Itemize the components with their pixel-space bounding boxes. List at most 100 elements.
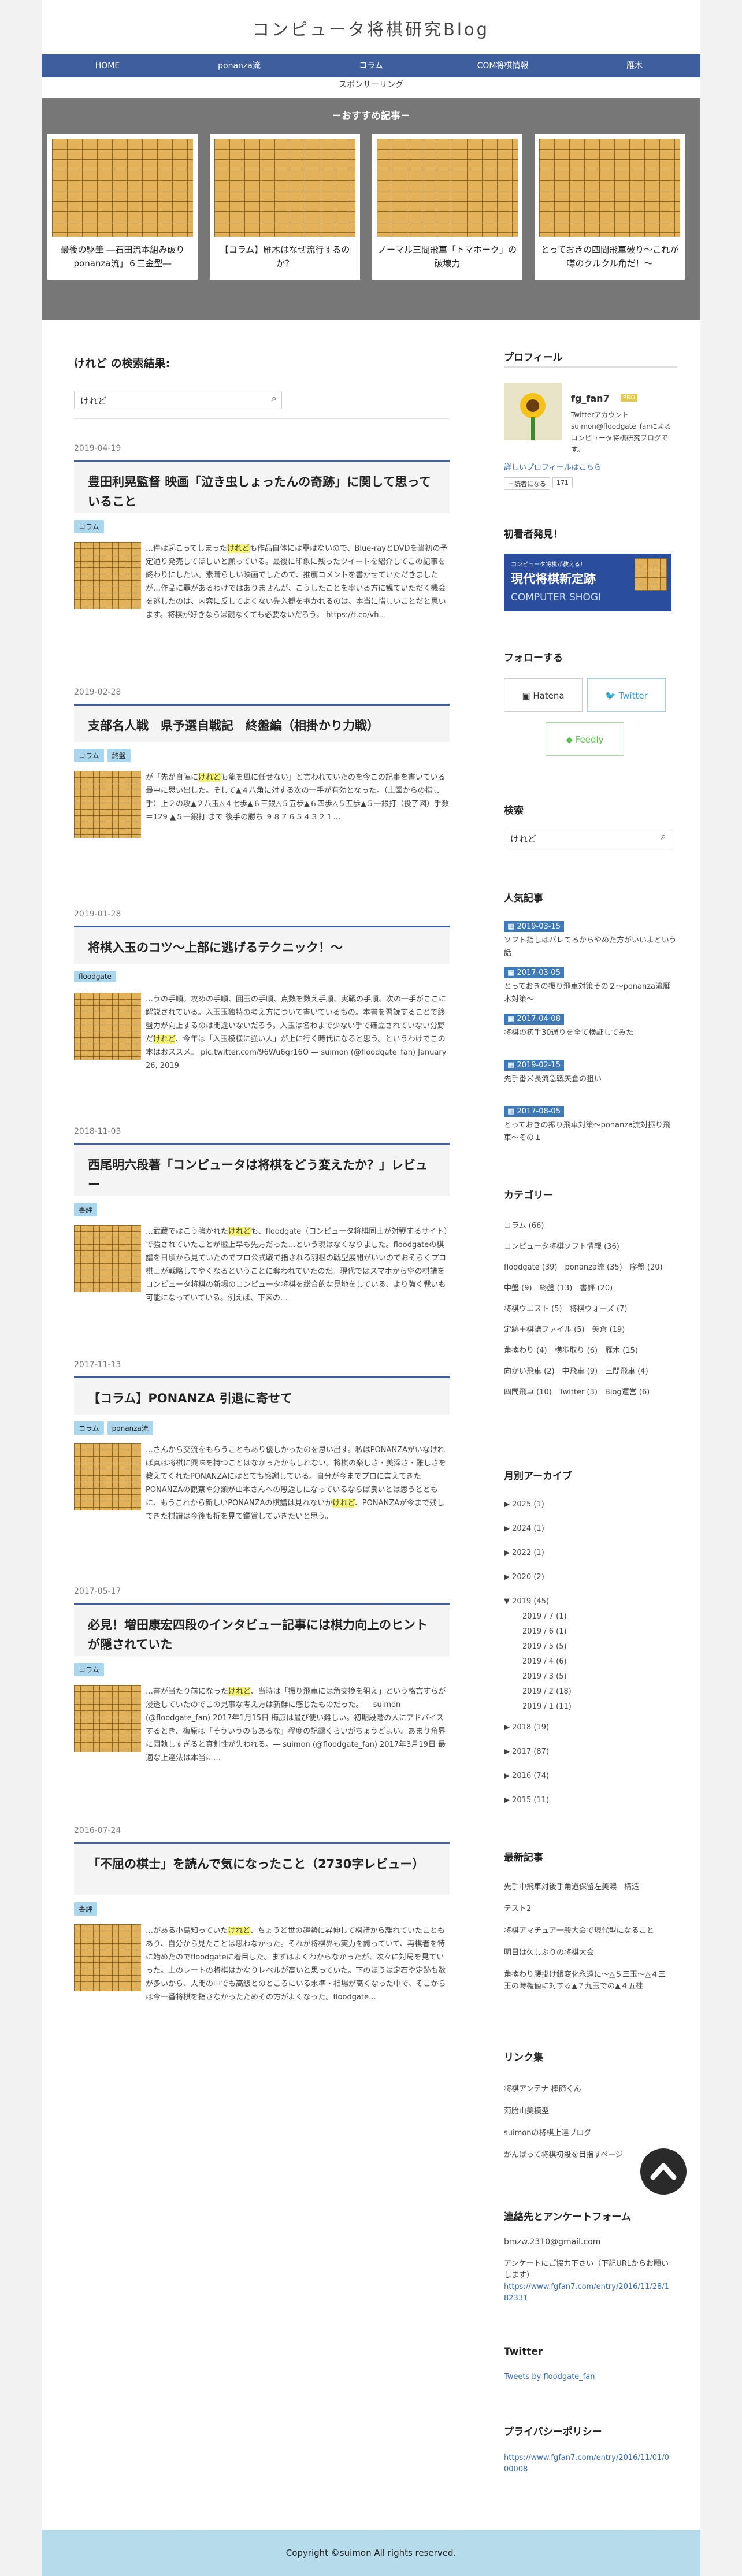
popular-title[interactable]: ソフト指しはバレてるからやめた方がいいよという話 [504, 934, 677, 960]
nav-item-gangi[interactable]: 雁木 [569, 54, 700, 77]
archive-month[interactable]: 2019 / 5 (5) [522, 1642, 567, 1651]
recent-post-link[interactable]: テスト2 [504, 1903, 671, 1915]
contact-form-link[interactable]: https://www.fgfan7.com/entry/2016/11/28/… [504, 2281, 671, 2304]
nav-item-column[interactable]: コラム [305, 54, 437, 77]
archive-year[interactable]: ▶ 2022 (1) [504, 1549, 544, 1557]
archive-month[interactable]: 2019 / 1 (11) [522, 1702, 572, 1711]
external-link[interactable]: suimonの将棋上達ブログ [504, 2126, 591, 2137]
category-tag[interactable]: ponanza流 [107, 1421, 153, 1435]
subscribe-button[interactable]: ＋読者になる [504, 477, 550, 490]
popular-item[interactable]: ▦ 2019-02-15 先手番米長流急戦矢倉の狙い [504, 1059, 677, 1086]
category-tag[interactable]: コラム [74, 749, 104, 762]
nav-item-ponanza[interactable]: ponanza流 [173, 54, 305, 77]
post-title[interactable]: 【コラム】PONANZA 引退に寄せて [74, 1376, 450, 1415]
archive-year[interactable]: ▶ 2015 (11) [504, 1796, 549, 1805]
excerpt-text: 、ちょうど世の趨勢に昇伸して棋譜から離れていたこともあり、自分から見たことは思わ… [146, 1927, 446, 2002]
category-tag[interactable]: コラム [74, 520, 104, 533]
archive-year[interactable]: ▶ 2017 (87) [504, 1747, 549, 1756]
popular-item[interactable]: ▦ 2017-03-05 とっておきの振り飛車対策その２〜ponanza流雁木対策… [504, 966, 677, 1006]
category-link[interactable]: 四間飛車 (10) Twitter (3) Blog運営 (6) [504, 1386, 650, 1397]
recent-post-link[interactable]: 明日は久しぶりの将棋大会 [504, 1947, 671, 1959]
category-tag[interactable]: 書評 [74, 1902, 98, 1916]
follow-twitter-button[interactable]: 🐦 Twitter [587, 678, 666, 712]
popular-item[interactable]: ▦ 2017-08-05 とっておきの振り飛車対策〜ponanza流対振り飛車〜そ… [504, 1105, 677, 1145]
post-excerpt: …武蔵ではこう強かれたけれども、floodgate（コンピュータ将棋同士が対戦す… [74, 1225, 450, 1305]
archive-month[interactable]: 2019 / 4 (6) [522, 1657, 567, 1666]
scroll-to-top-button[interactable] [640, 2148, 687, 2195]
search-icon[interactable]: ⌕ [271, 393, 277, 404]
book-ad-banner[interactable]: コンピュータ将棋が教える！ 現代将棋新定跡 COMPUTER SHOGI [504, 554, 671, 611]
search-input[interactable]: けれど ⌕ [74, 391, 282, 409]
popular-title[interactable]: とっておきの振り飛車対策〜ponanza流対振り飛車〜その１ [504, 1119, 677, 1145]
follow-feedly-button[interactable]: ◆ Feedly [546, 722, 624, 756]
twitter-timeline-link[interactable]: Tweets by floodgate_fan [504, 2373, 595, 2381]
category-link[interactable]: floodgate (39) ponanza流 (35) 序盤 (20) [504, 1261, 663, 1272]
nav-item-com-info[interactable]: COM将棋情報 [437, 54, 569, 77]
avatar[interactable] [504, 383, 562, 440]
recommended-card[interactable]: とっておきの四間飛車破り〜これが噂のクルクル角だ！〜 [535, 134, 685, 280]
post-title[interactable]: 必見！増田康宏四段のインタビュー記事には棋力向上のヒントが隠されていた [74, 1603, 450, 1656]
category-tag[interactable]: 書評 [74, 1203, 98, 1216]
recommended-card-title[interactable]: 【コラム】雁木はなぜ流行するのか？ [216, 243, 354, 270]
post-title[interactable]: 豊田利晃監督 映画「泣き虫しょったんの奇跡」に関して思っていること [74, 460, 450, 513]
sponsored-label: スポンサーリング [339, 80, 403, 90]
site-title[interactable]: コンピュータ将棋研究Blog [42, 16, 700, 40]
category-link[interactable]: 角換わり (4) 横歩取り (6) 雁木 (15) [504, 1344, 638, 1355]
search-highlight: けれど [332, 1499, 355, 1508]
category-tag[interactable]: コラム [74, 1421, 104, 1435]
follow-hatena-button[interactable]: ▣ Hatena [504, 678, 583, 712]
archive-month[interactable]: 2019 / 3 (5) [522, 1672, 567, 1681]
thumb-spacer [74, 1685, 146, 1753]
popular-date-text: 2017-04-08 [517, 1015, 561, 1023]
archive-year[interactable]: ▶ 2018 (19) [504, 1723, 549, 1732]
archive-year[interactable]: ▶ 2020 (2) [504, 1573, 544, 1582]
excerpt-text: も、floodgate（コンピュータ将棋同士が対戦するサイト）で強されていたこと… [146, 1227, 448, 1302]
popular-title[interactable]: 先手番米長流急戦矢倉の狙い [504, 1073, 677, 1086]
category-link[interactable]: 中盤 (9) 終盤 (13) 書評 (20) [504, 1282, 613, 1293]
category-link[interactable]: 将棋ウエスト (5) 将棋ウォーズ (7) [504, 1302, 627, 1313]
popular-item[interactable]: ▦ 2019-03-15 ソフト指しはバレてるからやめた方がいいよという話 [504, 920, 677, 960]
recommended-card[interactable]: 最後の駆筆 ―石田流本組み破り ponanza流」６三金型― [47, 134, 198, 280]
category-link[interactable]: 向かい飛車 (2) 中飛車 (9) 三間飛車 (4) [504, 1365, 648, 1376]
archive-year[interactable]: ▼ 2019 (45) [504, 1597, 549, 1606]
recommended-card[interactable]: ノーマル三間飛車「トマホーク」の破壊力 [372, 134, 522, 280]
category-tag[interactable]: 終盤 [107, 749, 131, 762]
post-title[interactable]: 支部名人戦 県予選自戦記 終盤編（相掛かり力戦） [74, 704, 450, 742]
profile-more-link[interactable]: 詳しいプロフィールはこちら [504, 461, 602, 472]
popular-title[interactable]: とっておきの振り飛車対策その２〜ponanza流雁木対策〜 [504, 981, 677, 1006]
category-tag[interactable]: コラム [74, 1663, 104, 1676]
archive-year[interactable]: ▶ 2024 (1) [504, 1524, 544, 1533]
popular-item[interactable]: ▦ 2017-04-08 将棋の初手30通りを全て検証してみた [504, 1012, 677, 1040]
recent-post-link[interactable]: 将棋アマチュア一般大会で現代型になること [504, 1925, 671, 1937]
recent-post-link[interactable]: 先手中飛車対後手角道保留左美濃 構造 [504, 1881, 671, 1893]
recent-post-link[interactable]: 角換わり腰掛け銀変化永遠に〜△５三玉〜△４三王の時権値に対する▲７九玉での▲４五… [504, 1969, 671, 1992]
archive-month[interactable]: 2019 / 6 (1) [522, 1627, 567, 1636]
archive-month[interactable]: 2019 / 2 (18) [522, 1687, 572, 1696]
archive-month[interactable]: 2019 / 7 (1) [522, 1612, 567, 1621]
category-link[interactable]: コンピュータ将棋ソフト情報 (36) [504, 1240, 619, 1251]
search-icon[interactable]: ⌕ [661, 831, 666, 842]
recommended-card[interactable]: 【コラム】雁木はなぜ流行するのか？ [210, 134, 360, 280]
category-tag[interactable]: floodgate [74, 971, 116, 982]
sidebar-search-input[interactable]: けれど ⌕ [504, 829, 671, 847]
popular-title[interactable]: 将棋の初手30通りを全て検証してみた [504, 1027, 677, 1040]
recommended-card-title[interactable]: 最後の駆筆 ―石田流本組み破り ponanza流」６三金型― [53, 243, 192, 270]
profile-name[interactable]: fg_fan7 [571, 393, 610, 404]
recommended-card-title[interactable]: とっておきの四間飛車破り〜これが噂のクルクル角だ！〜 [540, 243, 679, 270]
privacy-policy-link[interactable]: https://www.fgfan7.com/entry/2016/11/01/… [504, 2452, 671, 2475]
search-highlight: けれど [228, 1927, 250, 1935]
category-link[interactable]: コラム (66) [504, 1219, 544, 1230]
contact-email[interactable]: bmzw.2310@gmail.com [504, 2237, 600, 2247]
category-link[interactable]: 定跡＋棋譜ファイル (5) 矢倉 (19) [504, 1323, 625, 1334]
archive-year[interactable]: ▶ 2025 (1) [504, 1500, 544, 1509]
post-title[interactable]: 将棋入玉のコツ〜上部に逃げるテクニック！〜 [74, 926, 450, 964]
external-link[interactable]: 将棋アンテナ 棒節くん [504, 2083, 581, 2094]
post-title[interactable]: 西尾明六段著「コンピュータは将棋をどう変えたか？」レビュー [74, 1143, 450, 1196]
follow-twitter-label: Twitter [618, 691, 648, 701]
nav-item-home[interactable]: HOME [42, 54, 173, 77]
archive-year[interactable]: ▶ 2016 (74) [504, 1772, 549, 1780]
post-title[interactable]: 「不屈の棋士」を読んで気になったこと（2730字レビュー） [74, 1842, 450, 1895]
external-link[interactable]: がんばって将棋初段を目指すページ [504, 2148, 623, 2159]
external-link[interactable]: 苅胎山美模型 [504, 2104, 549, 2115]
recommended-card-title[interactable]: ノーマル三間飛車「トマホーク」の破壊力 [378, 243, 517, 270]
